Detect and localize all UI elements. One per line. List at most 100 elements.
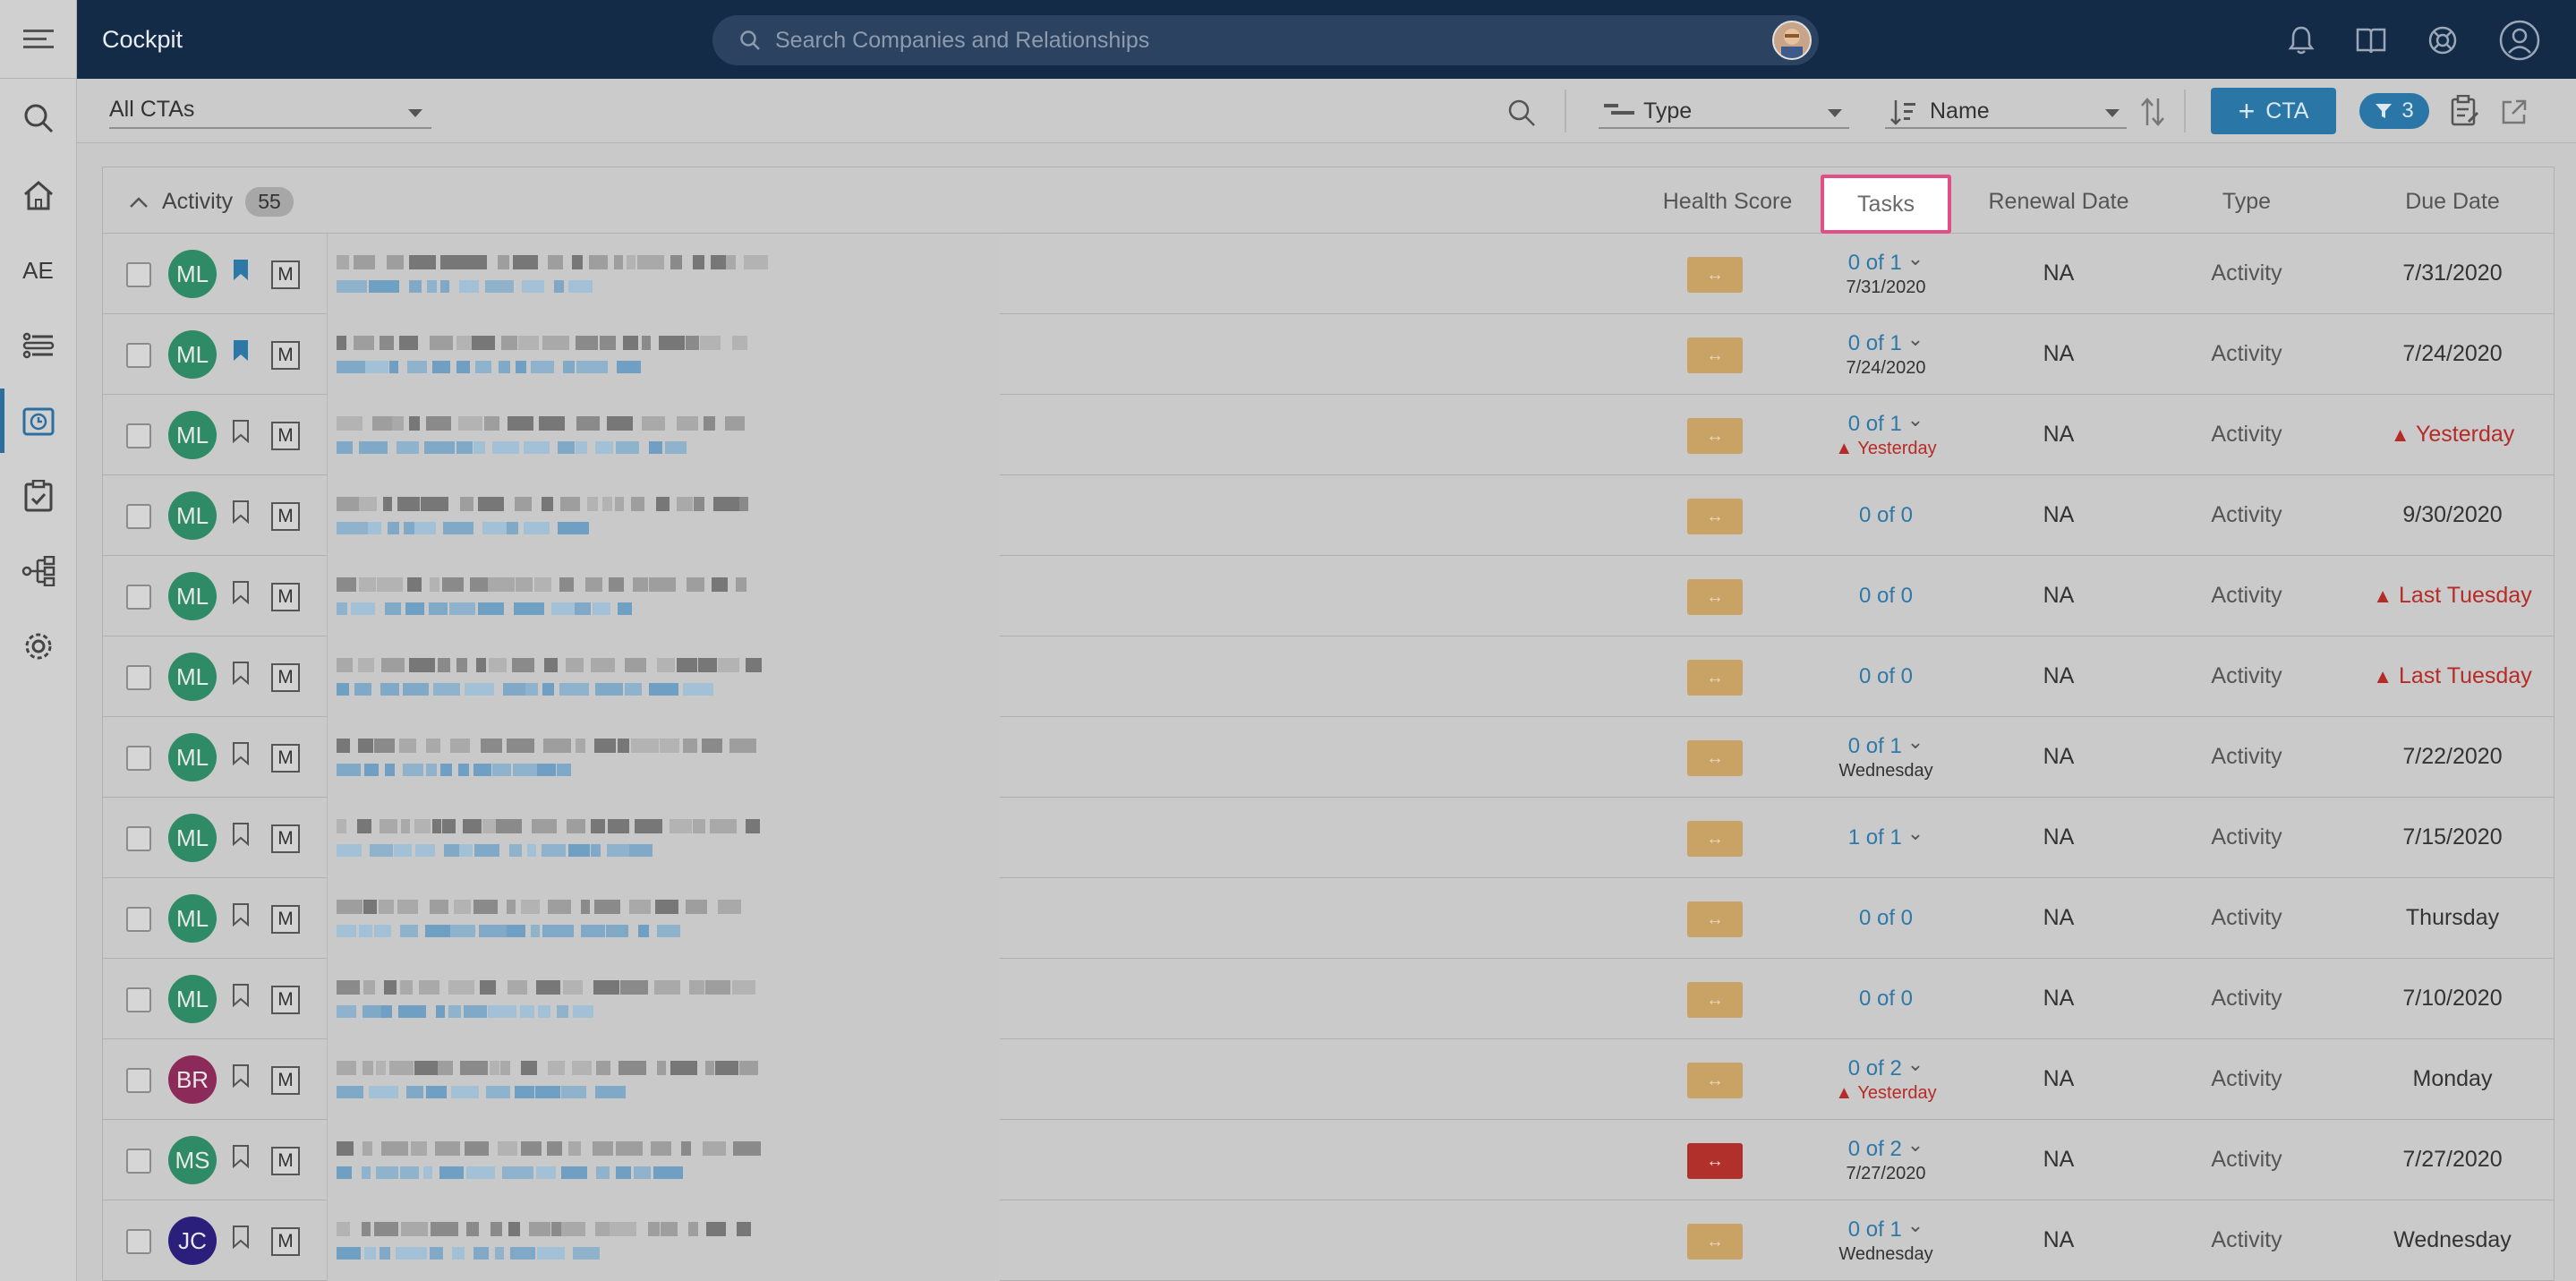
table-row[interactable]: ML M ↔ 0 of 1 ⌄ 7/31/2020 NA Activity 7/3… bbox=[103, 234, 2554, 314]
bookmark-icon[interactable] bbox=[232, 662, 250, 685]
row-checkbox[interactable] bbox=[126, 987, 151, 1012]
add-cta-button[interactable]: + CTA bbox=[2211, 88, 2336, 134]
cta-name-cell[interactable] bbox=[327, 475, 1000, 556]
milestone-badge[interactable]: M bbox=[271, 422, 300, 450]
table-row[interactable]: BR M ↔ 0 of 2 ⌄ ▲ Yesterday NA Activity M… bbox=[103, 1039, 2554, 1120]
cta-name-cell[interactable] bbox=[327, 556, 1000, 636]
bookmark-icon[interactable] bbox=[232, 500, 250, 524]
milestone-badge[interactable]: M bbox=[271, 1066, 300, 1095]
bookmark-icon[interactable] bbox=[232, 742, 250, 765]
bell-icon[interactable] bbox=[2288, 25, 2315, 56]
tasks-cell[interactable]: 0 of 0 bbox=[1821, 959, 1951, 1039]
milestone-badge[interactable]: M bbox=[271, 905, 300, 934]
row-checkbox[interactable] bbox=[126, 746, 151, 771]
tasks-progress[interactable]: 0 of 2 ⌄ bbox=[1848, 1134, 1923, 1162]
table-row[interactable]: ML M ↔ 0 of 0 NA Activity Thursday bbox=[103, 878, 2554, 959]
row-checkbox[interactable] bbox=[126, 1068, 151, 1093]
group-header[interactable]: Activity 55 bbox=[128, 187, 294, 217]
bookmark-icon[interactable] bbox=[232, 259, 250, 282]
col-header-renewal-date[interactable]: Renewal Date bbox=[1974, 189, 2144, 215]
tasks-cell[interactable]: 1 of 1 ⌄ bbox=[1821, 798, 1951, 878]
row-checkbox[interactable] bbox=[126, 585, 151, 610]
bookmark-icon[interactable] bbox=[232, 339, 250, 363]
tasks-progress[interactable]: 0 of 0 bbox=[1859, 503, 1913, 528]
milestone-badge[interactable]: M bbox=[271, 986, 300, 1014]
book-icon[interactable] bbox=[2356, 26, 2386, 55]
global-search[interactable]: Search Companies and Relationships bbox=[712, 15, 1819, 65]
tasks-cell[interactable]: 0 of 1 ⌄ 7/31/2020 bbox=[1821, 234, 1951, 314]
filter-button[interactable]: 3 bbox=[2359, 93, 2429, 129]
table-row[interactable]: ML M ↔ 0 of 0 NA Activity ▲ Last Tuesday bbox=[103, 636, 2554, 717]
bookmark-icon[interactable] bbox=[232, 903, 250, 927]
milestone-badge[interactable]: M bbox=[271, 1227, 300, 1256]
tasks-cell[interactable]: 0 of 2 ⌄ ▲ Yesterday bbox=[1821, 1039, 1951, 1120]
bookmark-icon[interactable] bbox=[232, 984, 250, 1007]
user-avatar[interactable] bbox=[1772, 21, 1812, 60]
rail-search[interactable] bbox=[0, 79, 76, 158]
table-row[interactable]: ML M ↔ 0 of 1 ⌄ ▲ Yesterday NA Activity ▲… bbox=[103, 395, 2554, 475]
col-header-tasks[interactable]: Tasks bbox=[1821, 175, 1951, 234]
bookmark-icon[interactable] bbox=[232, 823, 250, 846]
cta-name-cell[interactable] bbox=[327, 1200, 1000, 1281]
help-icon[interactable] bbox=[2427, 25, 2458, 56]
tasks-cell[interactable]: 0 of 0 bbox=[1821, 475, 1951, 556]
table-row[interactable]: MS M ↔ 0 of 2 ⌄ 7/27/2020 NA Activity 7/2… bbox=[103, 1120, 2554, 1200]
rail-journey[interactable] bbox=[0, 534, 76, 609]
cta-name-cell[interactable] bbox=[327, 959, 1000, 1039]
rail-account[interactable]: AE bbox=[0, 233, 76, 308]
milestone-badge[interactable]: M bbox=[271, 502, 300, 531]
rail-timeline[interactable] bbox=[0, 308, 76, 383]
row-checkbox[interactable] bbox=[126, 504, 151, 529]
milestone-badge[interactable]: M bbox=[271, 744, 300, 773]
tasks-cell[interactable]: 0 of 1 ⌄ 7/24/2020 bbox=[1821, 314, 1951, 395]
cta-name-cell[interactable] bbox=[327, 234, 1000, 314]
view-dropdown[interactable]: All CTAs bbox=[109, 93, 431, 129]
cta-name-cell[interactable] bbox=[327, 636, 1000, 717]
rail-cockpit[interactable] bbox=[0, 383, 76, 458]
col-header-due-date[interactable]: Due Date bbox=[2367, 189, 2538, 215]
tasks-progress[interactable]: 0 of 0 bbox=[1859, 986, 1913, 1012]
bookmark-icon[interactable] bbox=[232, 420, 250, 443]
tasks-progress[interactable]: 0 of 1 ⌄ bbox=[1848, 248, 1923, 276]
profile-icon[interactable] bbox=[2499, 20, 2540, 61]
row-checkbox[interactable] bbox=[126, 1229, 151, 1254]
cta-name-cell[interactable] bbox=[327, 717, 1000, 798]
bookmark-icon[interactable] bbox=[232, 1225, 250, 1249]
tasks-progress[interactable]: 0 of 2 ⌄ bbox=[1848, 1054, 1923, 1081]
tasks-cell[interactable]: 0 of 1 ⌄ Wednesday bbox=[1821, 1200, 1951, 1281]
row-checkbox[interactable] bbox=[126, 423, 151, 448]
row-checkbox[interactable] bbox=[126, 262, 151, 287]
table-row[interactable]: ML M ↔ 0 of 1 ⌄ 7/24/2020 NA Activity 7/2… bbox=[103, 314, 2554, 395]
milestone-badge[interactable]: M bbox=[271, 1147, 300, 1175]
tasks-progress[interactable]: 0 of 0 bbox=[1859, 906, 1913, 931]
tasks-progress[interactable]: 1 of 1 ⌄ bbox=[1848, 824, 1923, 850]
tasks-progress[interactable]: 0 of 1 ⌄ bbox=[1848, 409, 1923, 437]
cta-name-cell[interactable] bbox=[327, 395, 1000, 475]
row-checkbox[interactable] bbox=[126, 665, 151, 690]
row-checkbox[interactable] bbox=[126, 826, 151, 851]
col-header-type[interactable]: Type bbox=[2162, 189, 2332, 215]
table-row[interactable]: ML M ↔ 0 of 0 NA Activity 9/30/2020 bbox=[103, 475, 2554, 556]
search-icon[interactable] bbox=[1507, 98, 1536, 127]
cta-name-cell[interactable] bbox=[327, 798, 1000, 878]
table-row[interactable]: ML M ↔ 1 of 1 ⌄ NA Activity 7/15/2020 bbox=[103, 798, 2554, 878]
tasks-progress[interactable]: 0 of 0 bbox=[1859, 584, 1913, 609]
bookmark-icon[interactable] bbox=[232, 1064, 250, 1088]
external-link-icon[interactable] bbox=[2501, 98, 2528, 125]
milestone-badge[interactable]: M bbox=[271, 260, 300, 289]
tasks-progress[interactable]: 0 of 1 ⌄ bbox=[1848, 1215, 1923, 1243]
milestone-badge[interactable]: M bbox=[271, 663, 300, 692]
milestone-badge[interactable]: M bbox=[271, 824, 300, 853]
bookmark-icon[interactable] bbox=[232, 581, 250, 604]
cta-name-cell[interactable] bbox=[327, 1120, 1000, 1200]
table-row[interactable]: ML M ↔ 0 of 0 NA Activity 7/10/2020 bbox=[103, 959, 2554, 1039]
tasks-cell[interactable]: 0 of 1 ⌄ Wednesday bbox=[1821, 717, 1951, 798]
col-header-health-score[interactable]: Health Score bbox=[1642, 189, 1813, 215]
tasks-progress[interactable]: 0 of 0 bbox=[1859, 664, 1913, 689]
cta-name-cell[interactable] bbox=[327, 1039, 1000, 1120]
row-checkbox[interactable] bbox=[126, 907, 151, 932]
milestone-badge[interactable]: M bbox=[271, 341, 300, 370]
tasks-cell[interactable]: 0 of 2 ⌄ 7/27/2020 bbox=[1821, 1120, 1951, 1200]
rail-home[interactable] bbox=[0, 158, 76, 233]
rail-settings[interactable] bbox=[0, 609, 76, 684]
